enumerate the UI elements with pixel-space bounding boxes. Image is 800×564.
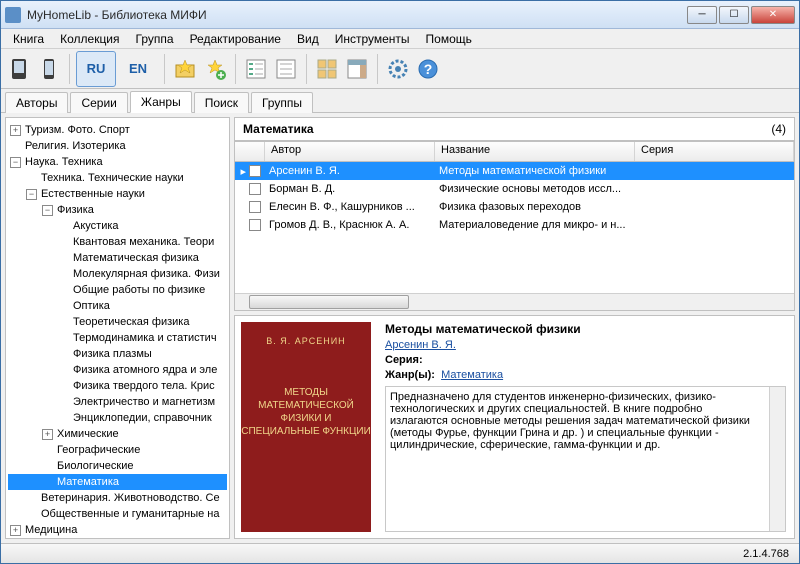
row-checkbox[interactable] (249, 183, 261, 195)
tab-search[interactable]: Поиск (194, 92, 249, 113)
category-header: Математика (4) (234, 117, 795, 141)
settings-icon[interactable] (384, 53, 412, 85)
expand-icon[interactable]: + (10, 125, 21, 136)
table-row[interactable]: Борман В. Д.Физические основы методов ис… (235, 180, 794, 198)
grid-body: ▸Арсенин В. Я.Методы математической физи… (235, 162, 794, 293)
col-author[interactable]: Автор (265, 142, 435, 161)
svg-text:?: ? (424, 61, 433, 77)
category-title: Математика (243, 122, 314, 136)
toolbar: RU EN ? (1, 49, 799, 89)
app-icon (5, 7, 21, 23)
close-button[interactable]: ✕ (751, 6, 795, 24)
menu-help[interactable]: Помощь (420, 30, 478, 48)
book-grid: Автор Название Серия ▸Арсенин В. Я.Метод… (234, 141, 795, 311)
book-info: Методы математической физики Арсенин В. … (377, 316, 794, 538)
table-row[interactable]: ▸Арсенин В. Я.Методы математической физи… (235, 162, 794, 180)
menubar: Книга Коллекция Группа Редактирование Ви… (1, 29, 799, 49)
menu-collection[interactable]: Коллекция (54, 30, 125, 48)
tab-authors[interactable]: Авторы (5, 92, 68, 113)
genre-tree[interactable]: +Туризм. Фото. Спорт Религия. Изотерика … (5, 117, 230, 539)
row-checkbox[interactable] (249, 165, 261, 177)
horizontal-scrollbar[interactable] (235, 293, 794, 310)
add-favorite-icon[interactable] (201, 53, 229, 85)
main-area: +Туризм. Фото. Спорт Религия. Изотерика … (1, 113, 799, 543)
col-series[interactable]: Серия (635, 142, 794, 161)
titlebar: MyHomeLib - Библиотека МИФИ ─ ☐ ✕ (1, 1, 799, 29)
menu-book[interactable]: Книга (7, 30, 50, 48)
help-icon[interactable]: ? (414, 53, 442, 85)
layout-icon[interactable] (343, 53, 371, 85)
lang-ru-button[interactable]: RU (76, 51, 116, 87)
menu-group[interactable]: Группа (130, 30, 180, 48)
description-text: Предназначено для студентов инженерно-фи… (390, 391, 781, 451)
menu-tools[interactable]: Инструменты (329, 30, 416, 48)
app-window: MyHomeLib - Библиотека МИФИ ─ ☐ ✕ Книга … (0, 0, 800, 564)
check-list-icon[interactable] (242, 53, 270, 85)
list-icon[interactable] (272, 53, 300, 85)
category-count: (4) (771, 122, 786, 136)
device-book-icon[interactable] (5, 53, 33, 85)
collapse-icon[interactable]: − (10, 157, 21, 168)
description-box: Предназначено для студентов инженерно-фи… (385, 386, 786, 532)
vertical-scrollbar[interactable] (769, 387, 785, 531)
grid-icon[interactable] (313, 53, 341, 85)
author-link[interactable]: Арсенин В. Я. (385, 339, 456, 351)
grid-header: Автор Название Серия (235, 142, 794, 162)
row-checkbox[interactable] (249, 219, 261, 231)
row-checkbox[interactable] (249, 201, 261, 213)
favorite-folder-icon[interactable] (171, 53, 199, 85)
book-title: Методы математической физики (385, 322, 786, 336)
version-label: 2.1.4.768 (743, 548, 789, 560)
menu-edit[interactable]: Редактирование (184, 30, 287, 48)
statusbar: 2.1.4.768 (1, 543, 799, 563)
content-area: Математика (4) Автор Название Серия ▸Арс… (234, 117, 795, 539)
detail-panel: В. Я. АРСЕНИН МЕТОДЫ МАТЕМАТИЧЕСКОЙ ФИЗИ… (234, 315, 795, 539)
lang-en-button[interactable]: EN (118, 51, 158, 87)
table-row[interactable]: Елесин В. Ф., Кашурников ...Физика фазов… (235, 198, 794, 216)
genre-link[interactable]: Математика (441, 369, 503, 381)
table-row[interactable]: Громов Д. В., Краснюк А. А.Материаловеде… (235, 216, 794, 234)
tab-genres[interactable]: Жанры (130, 91, 192, 113)
book-cover: В. Я. АРСЕНИН МЕТОДЫ МАТЕМАТИЧЕСКОЙ ФИЗИ… (241, 322, 371, 532)
menu-view[interactable]: Вид (291, 30, 325, 48)
col-title[interactable]: Название (435, 142, 635, 161)
tab-groups[interactable]: Группы (251, 92, 313, 113)
view-tabs: Авторы Серии Жанры Поиск Группы (1, 89, 799, 113)
minimize-button[interactable]: ─ (687, 6, 717, 24)
window-title: MyHomeLib - Библиотека МИФИ (27, 8, 687, 22)
device-phone-icon[interactable] (35, 53, 63, 85)
tree-selected[interactable]: Математика (57, 476, 119, 488)
maximize-button[interactable]: ☐ (719, 6, 749, 24)
tab-series[interactable]: Серии (70, 92, 127, 113)
